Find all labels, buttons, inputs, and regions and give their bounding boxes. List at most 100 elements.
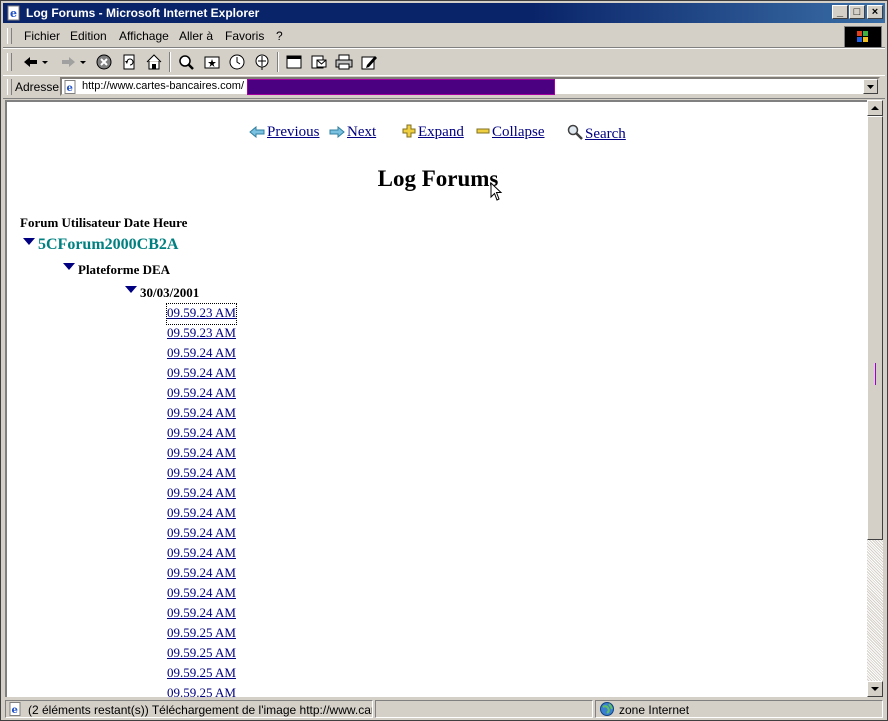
date-value[interactable]: 30/03/2001 bbox=[140, 285, 199, 300]
svg-text:e: e bbox=[10, 7, 17, 20]
menu-affichage[interactable]: Affichage bbox=[119, 29, 169, 43]
time-link[interactable]: 09.59.25 AM bbox=[167, 664, 236, 684]
status-message-panel: e (2 éléments restant(s)) Téléchargement… bbox=[5, 700, 373, 718]
globe-icon bbox=[600, 702, 614, 716]
minimize-button[interactable]: _ bbox=[832, 5, 848, 19]
menu-fichier[interactable]: Fichier bbox=[24, 29, 60, 43]
search-icon[interactable] bbox=[176, 53, 196, 71]
print-icon[interactable] bbox=[334, 53, 354, 71]
channels-icon[interactable] bbox=[252, 53, 272, 71]
columns-header: Forum Utilisateur Date Heure bbox=[20, 215, 188, 230]
plus-icon bbox=[402, 124, 416, 138]
right-arrow-icon bbox=[329, 125, 345, 139]
ie-page-icon: e bbox=[7, 5, 20, 21]
home-icon[interactable] bbox=[144, 53, 164, 71]
tree-node-date[interactable]: 30/03/2001 bbox=[125, 285, 199, 301]
time-link[interactable]: 09.59.23 AM bbox=[167, 324, 236, 344]
time-link[interactable]: 09.59.25 AM bbox=[167, 644, 236, 664]
time-link[interactable]: 09.59.24 AM bbox=[167, 364, 236, 384]
vertical-scrollbar[interactable] bbox=[867, 100, 883, 697]
status-zone-panel: zone Internet bbox=[595, 700, 883, 718]
forum-name[interactable]: 5CForum2000CB2A bbox=[38, 236, 178, 253]
search-link-text[interactable]: Search bbox=[585, 126, 626, 142]
menu-bar: Fichier Edition Affichage Aller à Favori… bbox=[3, 25, 885, 48]
forward-arrow-icon[interactable] bbox=[59, 53, 89, 71]
time-link[interactable]: 09.59.23 AM bbox=[166, 303, 237, 325]
time-link[interactable]: 09.59.24 AM bbox=[167, 384, 236, 404]
refresh-icon[interactable] bbox=[119, 53, 139, 71]
address-bar: Adresse e http://www.cartes-bancaires.co… bbox=[3, 75, 885, 99]
chevron-down-icon bbox=[867, 85, 874, 89]
toolbar-separator bbox=[169, 52, 171, 72]
next-link-text[interactable]: Next bbox=[347, 124, 376, 140]
address-dropdown-button[interactable] bbox=[863, 79, 878, 94]
address-url: http://www.cartes-bancaires.com/ bbox=[82, 80, 245, 92]
time-link[interactable]: 09.59.24 AM bbox=[167, 604, 236, 624]
toolbar-separator bbox=[277, 52, 279, 72]
time-link[interactable]: 09.59.25 AM bbox=[167, 684, 236, 697]
maximize-button[interactable]: □ bbox=[849, 5, 865, 19]
time-link[interactable]: 09.59.25 AM bbox=[167, 624, 236, 644]
time-link[interactable]: 09.59.24 AM bbox=[167, 584, 236, 604]
previous-link-text[interactable]: Previous bbox=[267, 124, 320, 140]
expand-link-text[interactable]: Expand bbox=[418, 124, 464, 140]
left-arrow-icon bbox=[249, 125, 265, 139]
expanded-triangle-icon[interactable] bbox=[63, 263, 75, 270]
fullscreen-icon[interactable] bbox=[284, 53, 304, 71]
toolbar-grip[interactable] bbox=[7, 53, 12, 71]
close-button[interactable]: × bbox=[867, 5, 883, 19]
time-link[interactable]: 09.59.24 AM bbox=[167, 424, 236, 444]
tree-node-user[interactable]: Plateforme DEA bbox=[63, 262, 170, 278]
time-link[interactable]: 09.59.24 AM bbox=[167, 544, 236, 564]
menu-grip[interactable] bbox=[7, 28, 12, 44]
collapse-link-text[interactable]: Collapse bbox=[492, 124, 545, 140]
time-link[interactable]: 09.59.24 AM bbox=[167, 504, 236, 524]
status-message: (2 éléments restant(s)) Téléchargement d… bbox=[28, 703, 372, 717]
time-link[interactable]: 09.59.24 AM bbox=[167, 404, 236, 424]
scroll-down-button[interactable] bbox=[867, 681, 883, 697]
svg-text:e: e bbox=[67, 83, 73, 94]
address-grip[interactable] bbox=[7, 79, 12, 95]
time-link[interactable]: 09.59.24 AM bbox=[167, 464, 236, 484]
expand-link[interactable]: Expand bbox=[402, 124, 464, 141]
collapse-link[interactable]: Collapse bbox=[476, 124, 545, 141]
edit-icon[interactable] bbox=[359, 53, 379, 71]
expanded-triangle-icon[interactable] bbox=[125, 286, 137, 293]
previous-link[interactable]: Previous bbox=[249, 124, 320, 141]
menu-favoris[interactable]: Favoris bbox=[225, 29, 264, 43]
address-input[interactable]: e http://www.cartes-bancaires.com/ bbox=[60, 77, 880, 96]
scroll-marker bbox=[875, 363, 876, 385]
chevron-down-icon bbox=[871, 687, 879, 691]
time-link[interactable]: 09.59.24 AM bbox=[167, 564, 236, 584]
page-icon: e bbox=[64, 80, 76, 94]
stop-icon[interactable] bbox=[94, 53, 114, 71]
scroll-up-button[interactable] bbox=[867, 100, 883, 116]
menu-aller-a[interactable]: Aller à bbox=[179, 29, 213, 43]
menu-help[interactable]: ? bbox=[276, 29, 283, 43]
page-title: Log Forums bbox=[377, 166, 499, 191]
user-name[interactable]: Plateforme DEA bbox=[78, 262, 170, 277]
search-link[interactable]: Search bbox=[567, 124, 626, 143]
address-selection-redacted bbox=[247, 79, 555, 95]
time-list: 09.59.23 AM 09.59.23 AM 09.59.24 AM 09.5… bbox=[166, 303, 237, 697]
next-link[interactable]: Next bbox=[329, 124, 376, 141]
security-zone: zone Internet bbox=[619, 703, 690, 717]
history-icon[interactable] bbox=[227, 53, 247, 71]
scroll-track[interactable] bbox=[867, 540, 883, 681]
windows-logo-icon bbox=[844, 26, 882, 48]
status-progress-panel bbox=[375, 700, 593, 718]
magnifier-icon bbox=[567, 124, 583, 140]
tree-node-forum[interactable]: 5CForum2000CB2A bbox=[23, 236, 178, 254]
title-bar[interactable]: e Log Forums - Microsoft Internet Explor… bbox=[3, 3, 885, 23]
scroll-thumb[interactable] bbox=[867, 116, 883, 540]
favorites-icon[interactable] bbox=[202, 53, 222, 71]
time-link[interactable]: 09.59.24 AM bbox=[167, 444, 236, 464]
time-link[interactable]: 09.59.24 AM bbox=[167, 344, 236, 364]
time-link[interactable]: 09.59.24 AM bbox=[167, 484, 236, 504]
expanded-triangle-icon[interactable] bbox=[23, 238, 35, 245]
mouse-pointer-icon bbox=[490, 182, 503, 201]
time-link[interactable]: 09.59.24 AM bbox=[167, 524, 236, 544]
menu-edition[interactable]: Edition bbox=[70, 29, 107, 43]
back-arrow-icon[interactable] bbox=[21, 53, 51, 71]
mail-icon[interactable] bbox=[309, 53, 329, 71]
